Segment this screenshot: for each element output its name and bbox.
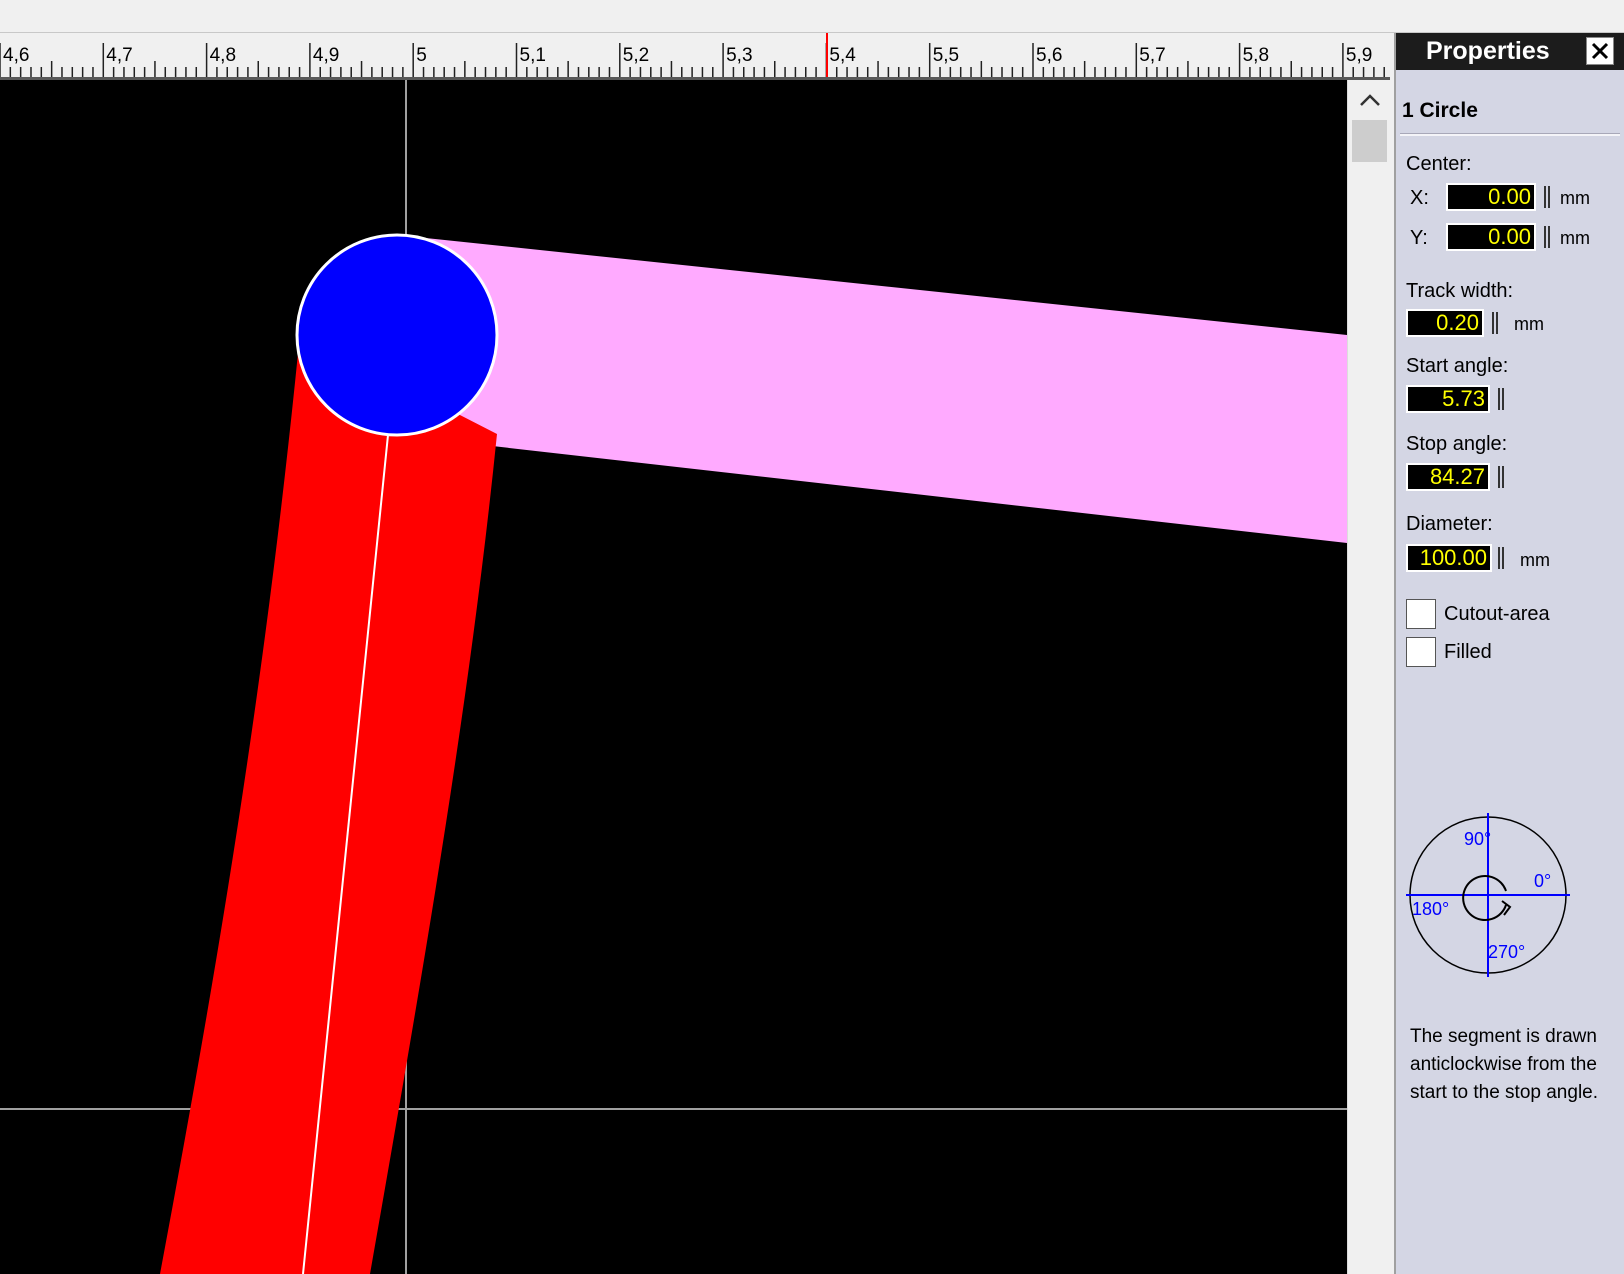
track-width-label: Track width: xyxy=(1406,280,1514,302)
center-label: Center: xyxy=(1406,153,1472,175)
ruler-label: 5,8 xyxy=(1243,45,1269,66)
ruler-label: 4,9 xyxy=(313,45,339,66)
angle-diagram: 90° 0° 180° 270° xyxy=(1406,813,1570,977)
scroll-thumb[interactable] xyxy=(1352,120,1387,162)
ruler-label: 5,1 xyxy=(520,45,546,66)
chevron-up-icon xyxy=(1359,94,1380,106)
stop-angle-spinner[interactable] xyxy=(1498,466,1506,488)
close-icon xyxy=(1591,42,1609,60)
separator xyxy=(1400,133,1620,136)
ruler-label: 4,8 xyxy=(210,45,236,66)
center-x-unit: mm xyxy=(1560,188,1590,208)
diagram-label-270: 270° xyxy=(1488,942,1525,962)
window-top-bar xyxy=(0,0,1624,33)
start-angle-spinner[interactable] xyxy=(1498,388,1506,410)
diameter-input[interactable]: 100.00 xyxy=(1406,544,1492,572)
ruler-label: 5,6 xyxy=(1036,45,1062,66)
center-x-spinner[interactable] xyxy=(1544,186,1552,208)
ruler-label: 5,4 xyxy=(829,45,856,66)
diagram-label-90: 90° xyxy=(1464,829,1491,849)
ruler-label: 5,7 xyxy=(1139,45,1165,66)
panel-header: Properties xyxy=(1396,33,1624,70)
center-y-spinner[interactable] xyxy=(1544,226,1552,248)
scroll-up-button[interactable] xyxy=(1348,80,1391,120)
cutout-area-label: Cutout-area xyxy=(1444,603,1550,625)
ruler-label: 4,7 xyxy=(106,45,132,66)
ruler-scale: 4,6 4,7 4,8 4,9 5 5,1 5,2 5,3 5,4 5,5 5,6 5,7 5,8 5,9 xyxy=(0,33,1385,77)
track-width-input[interactable]: 0.20 xyxy=(1406,309,1484,337)
filled-checkbox[interactable] xyxy=(1406,637,1436,667)
pcb-canvas[interactable] xyxy=(0,80,1347,1274)
ruler-label: 5,9 xyxy=(1346,45,1372,66)
stop-angle-label: Stop angle: xyxy=(1406,433,1508,455)
start-angle-label: Start angle: xyxy=(1406,355,1509,377)
start-angle-input[interactable]: 5.73 xyxy=(1406,385,1490,413)
properties-panel: Properties 1 Circle Center: X: 0.00 mm Y… xyxy=(1394,33,1624,1274)
diameter-spinner[interactable] xyxy=(1498,547,1506,569)
ruler-label: 5,3 xyxy=(726,45,752,66)
panel-title: Properties xyxy=(1426,37,1550,65)
help-text: The segment is drawn anticlockwise from … xyxy=(1410,1026,1599,1103)
diagram-rotation-arc xyxy=(1462,875,1507,921)
red-track[interactable] xyxy=(160,333,497,1274)
horizontal-ruler: 4,6 4,7 4,8 4,9 5 5,1 5,2 5,3 5,4 5,5 5,6 5,7 5,8 5,9 xyxy=(0,33,1390,80)
diagram-arrow-icon xyxy=(1501,900,1512,916)
cutout-area-checkbox[interactable] xyxy=(1406,599,1436,629)
object-name: 1 Circle xyxy=(1402,99,1478,122)
ruler-label: 5,5 xyxy=(933,45,959,66)
track-width-spinner[interactable] xyxy=(1492,312,1500,334)
canvas-drawing[interactable] xyxy=(0,80,1347,1274)
diameter-label: Diameter: xyxy=(1406,513,1493,535)
center-y-input[interactable]: 0.00 xyxy=(1446,223,1536,251)
center-y-unit: mm xyxy=(1560,228,1590,248)
center-x-input[interactable]: 0.00 xyxy=(1446,183,1536,211)
filled-label: Filled xyxy=(1444,641,1492,663)
ruler-label: 5 xyxy=(416,45,427,66)
track-width-unit: mm xyxy=(1514,314,1544,334)
stop-angle-input[interactable]: 84.27 xyxy=(1406,463,1490,491)
diagram-label-180: 180° xyxy=(1412,899,1449,919)
ruler-label: 5,2 xyxy=(623,45,649,66)
selected-circle[interactable] xyxy=(295,233,499,437)
vertical-scrollbar[interactable] xyxy=(1347,80,1391,1274)
close-panel-button[interactable] xyxy=(1586,37,1614,65)
diagram-label-0: 0° xyxy=(1534,871,1551,891)
x-label: X: xyxy=(1410,187,1429,209)
y-label: Y: xyxy=(1410,227,1428,249)
diameter-unit: mm xyxy=(1520,550,1550,570)
ruler-label: 4,6 xyxy=(3,45,29,66)
pink-track[interactable] xyxy=(395,235,1347,543)
